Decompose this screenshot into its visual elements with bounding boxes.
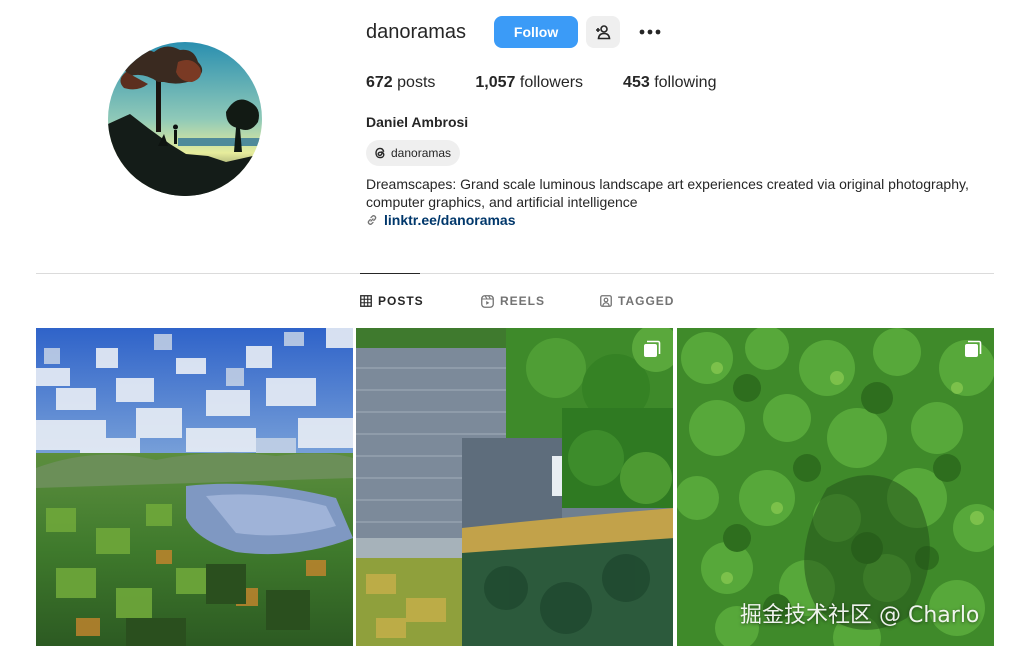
- carousel-icon: [644, 340, 661, 357]
- post-tile[interactable]: [356, 328, 673, 646]
- threads-icon: [375, 147, 385, 159]
- tab-reels-label: REELS: [500, 294, 546, 308]
- posts-stat: 672 posts: [366, 74, 435, 92]
- profile-username: danoramas: [366, 20, 467, 43]
- reels-icon: [481, 294, 494, 308]
- follow-button[interactable]: Follow: [494, 16, 579, 48]
- add-person-icon: [596, 25, 611, 40]
- followers-label: followers: [519, 74, 584, 91]
- more-options-button[interactable]: [638, 16, 662, 48]
- tab-tagged-label: TAGGED: [618, 294, 675, 308]
- profile-bio: Dreamscapes: Grand scale luminous landsc…: [366, 176, 969, 210]
- post-image: [36, 328, 353, 646]
- more-icon: [639, 29, 661, 35]
- profile-full-name: Daniel Ambrosi: [366, 114, 469, 130]
- tab-posts-label: POSTS: [378, 294, 424, 308]
- profile-stats: 672 posts 1,057 followers 453 following: [366, 74, 1006, 92]
- tab-reels[interactable]: REELS: [481, 294, 545, 308]
- carousel-icon: [965, 340, 982, 357]
- tabs-divider: [36, 273, 994, 274]
- profile-avatar[interactable]: [108, 42, 262, 196]
- link-icon: [367, 215, 377, 225]
- following-count: 453: [623, 74, 650, 91]
- tab-tagged[interactable]: TAGGED: [600, 294, 674, 308]
- followers-stat[interactable]: 1,057 followers: [475, 74, 583, 92]
- profile-link-text: linktr.ee/danoramas: [384, 212, 516, 228]
- following-label: following: [654, 74, 717, 91]
- watermark: 掘金技术社区 @ Charlo: [740, 603, 980, 628]
- following-stat[interactable]: 453 following: [623, 74, 716, 92]
- active-tab-indicator: [360, 273, 420, 274]
- post-image: [356, 328, 673, 646]
- grid-icon: [360, 295, 372, 307]
- tagged-icon: [600, 295, 612, 307]
- threads-handle: danoramas: [391, 146, 452, 160]
- suggest-similar-button[interactable]: [586, 16, 621, 48]
- tab-posts[interactable]: POSTS: [360, 294, 424, 308]
- threads-badge[interactable]: danoramas: [366, 140, 461, 166]
- posts-label: posts: [397, 74, 436, 91]
- post-tile[interactable]: [36, 328, 353, 646]
- profile-top-row: danoramas Follow: [366, 16, 1006, 48]
- profile-header: danoramas Follow 672 posts 1,057 followe…: [366, 16, 1006, 228]
- followers-count: 1,057: [475, 74, 516, 91]
- profile-link[interactable]: linktr.ee/danoramas: [366, 212, 1006, 228]
- posts-count: 672: [366, 74, 393, 91]
- profile-tabs: POSTS REELS TAGGED: [0, 294, 1024, 310]
